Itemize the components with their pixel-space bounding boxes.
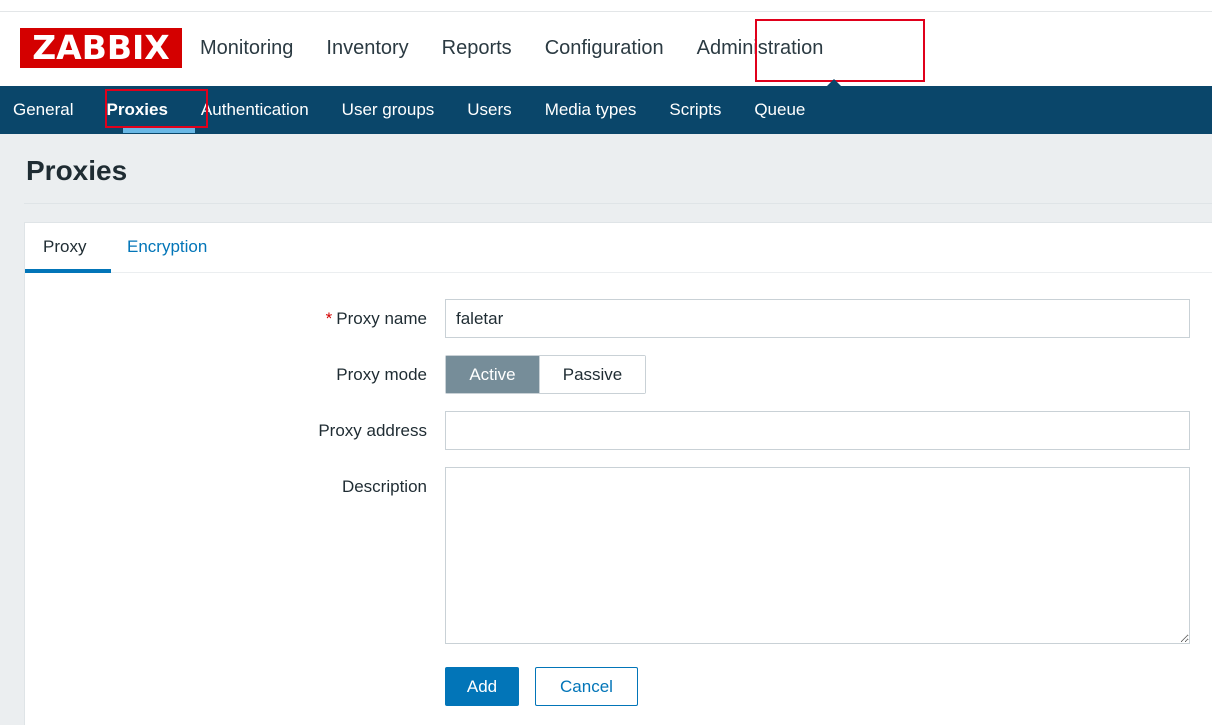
proxy-name-label-text: Proxy name (336, 309, 427, 328)
submenu-media-types[interactable]: Media types (545, 100, 637, 120)
submenu-authentication[interactable]: Authentication (201, 100, 309, 120)
tab-encryption[interactable]: Encryption (127, 237, 207, 257)
description-textarea[interactable] (445, 467, 1190, 644)
description-label: Description (341, 477, 427, 496)
proxy-mode-active-button[interactable]: Active (446, 356, 539, 393)
form-tabs: Proxy Encryption (25, 223, 1212, 273)
proxy-mode-label: Proxy mode (336, 365, 427, 384)
submenu-general[interactable]: General (13, 100, 73, 120)
submenu-selected-indicator (123, 128, 195, 133)
proxy-address-label: Proxy address (318, 421, 427, 440)
tab-proxy[interactable]: Proxy (43, 237, 86, 257)
menu-monitoring[interactable]: Monitoring (200, 37, 293, 60)
menu-configuration[interactable]: Configuration (545, 37, 664, 60)
proxy-mode-toggle: Active Passive (445, 355, 646, 394)
proxies-highlight-box (105, 89, 208, 128)
submenu-user-groups[interactable]: User groups (342, 100, 435, 120)
menu-reports[interactable]: Reports (442, 37, 512, 60)
add-button[interactable]: Add (445, 667, 519, 706)
menu-inventory[interactable]: Inventory (326, 37, 408, 60)
top-border-strip (0, 0, 1212, 12)
administration-highlight-box (755, 19, 925, 82)
submenu-scripts[interactable]: Scripts (669, 100, 721, 120)
proxy-mode-passive-button[interactable]: Passive (539, 356, 645, 393)
proxy-address-input[interactable] (445, 411, 1190, 450)
required-marker: * (325, 309, 333, 328)
proxy-name-label: * Proxy name (326, 309, 427, 329)
submenu-queue[interactable]: Queue (754, 100, 805, 120)
proxy-name-input[interactable] (445, 299, 1190, 338)
page-title: Proxies (26, 155, 128, 186)
zabbix-logo[interactable]: ZABBIX (20, 28, 182, 68)
title-divider (24, 203, 1212, 204)
submenu-users[interactable]: Users (467, 100, 511, 120)
tab-selected-indicator (25, 269, 111, 273)
proxy-form-card: Proxy Encryption *Proxy name Proxy mode … (24, 222, 1212, 725)
header-bar: ZABBIX Monitoring Inventory Reports Conf… (0, 12, 1212, 86)
cancel-button[interactable]: Cancel (535, 667, 638, 706)
